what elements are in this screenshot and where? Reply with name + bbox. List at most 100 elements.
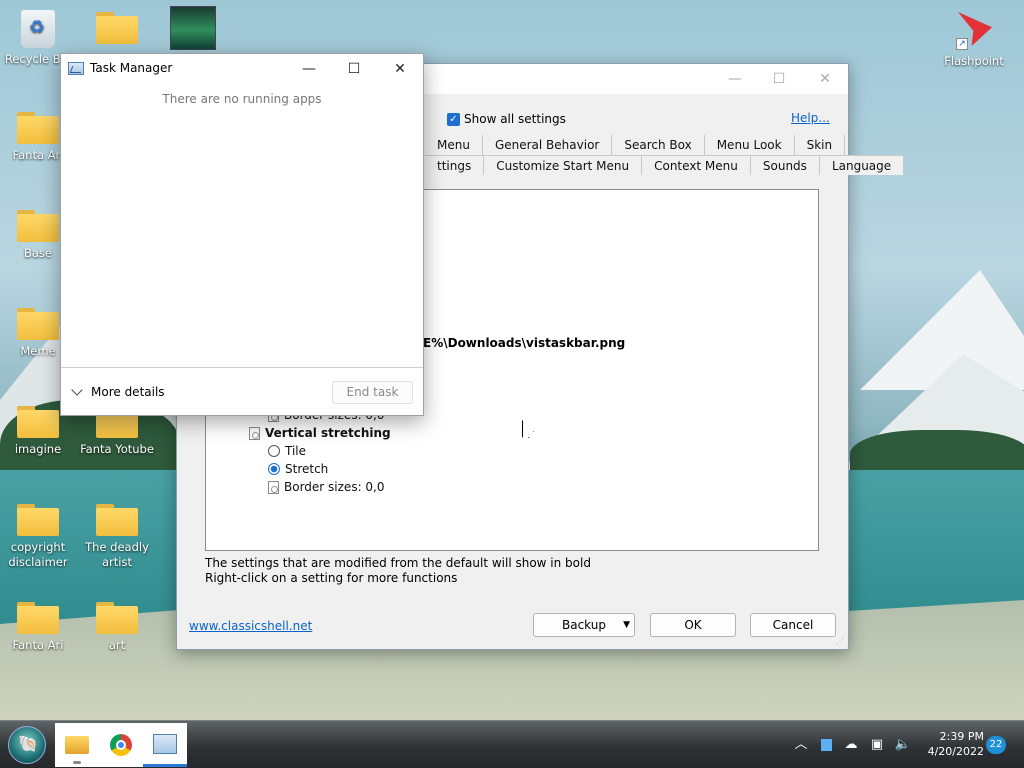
notification-badge[interactable]: 22 [986,736,1006,754]
classicshell-website-link[interactable]: www.classicshell.net [189,619,312,633]
tab-general-behavior[interactable]: General Behavior [482,135,613,155]
taskbar-chrome[interactable] [99,723,143,767]
desktop-icon-image[interactable] [155,6,231,54]
close-button[interactable]: ✕ [811,68,839,90]
minimize-button[interactable]: — [721,68,749,90]
desktop-icon-label: Fanta Ari [12,638,64,652]
start-button[interactable]: 🐚 [8,726,46,764]
chrome-icon [110,734,132,756]
desktop-icon-label: The deadly artist [85,540,149,569]
clock[interactable]: 2:39 PM 4/20/2022 [922,729,984,759]
option-label: Stretch [285,462,329,476]
setting-icon [249,426,260,440]
radio-button-selected[interactable] [268,463,280,475]
maximize-button[interactable]: ☐ [765,68,793,90]
desktop-icon-fanta-ari-2[interactable]: Fanta Ari [0,602,76,653]
desktop-icon-the-deadly-artist[interactable]: The deadly artist [79,504,155,570]
close-button[interactable]: ✕ [377,56,423,82]
tab-settings[interactable]: ttings [425,155,485,175]
show-all-settings-label: Show all settings [464,112,566,126]
clock-date: 4/20/2022 [927,745,984,758]
folder-icon [96,602,138,634]
folder-icon [17,406,59,438]
tab-menu[interactable]: Menu [425,135,483,155]
dropdown-arrow-icon: ▼ [623,620,630,630]
task-manager-window: Task Manager — ☐ ✕ There are no running … [60,53,424,416]
desktop-icon-label: imagine [14,442,62,456]
tab-sounds[interactable]: Sounds [750,155,820,175]
folder-icon [65,736,89,754]
folder-icon [17,308,59,340]
volume-icon[interactable]: 🔈 [892,721,914,768]
more-details-label: More details [91,385,165,399]
chevron-down-icon [71,384,83,396]
checkmark-icon: ✓ [447,112,460,126]
end-task-button[interactable]: End task [332,381,413,404]
tab-menu-look[interactable]: Menu Look [704,135,795,155]
task-manager-icon [68,62,84,75]
help-link[interactable]: Help... [791,111,830,125]
folder-icon [96,504,138,536]
image-thumbnail-icon [170,6,216,50]
wallpaper-mountain [860,270,1024,390]
desktop-icon-label: art [108,638,126,652]
recycle-bin-icon: ♻ [21,10,55,48]
show-all-settings-checkbox[interactable]: ✓ Show all settings [447,111,566,127]
shortcut-arrow-icon: ↗ [956,38,968,50]
cancel-button[interactable]: Cancel [750,613,836,637]
tab-row-2: ttings Customize Start Menu Context Menu… [425,155,905,175]
desktop-icon-label: Flashpoint [944,54,1004,68]
tray-app-icon[interactable] [816,721,836,768]
minimize-button[interactable]: — [286,56,332,82]
resize-grip-icon[interactable]: ⋰ [836,637,846,647]
desktop-icon-label: copyright disclaimer [8,540,68,569]
setting-label: Border sizes: 0,0 [284,480,385,494]
tab-customize-start-menu[interactable]: Customize Start Menu [484,155,643,175]
tab-row-1: Menu General Behavior Search Box Menu Lo… [425,135,846,155]
no-running-apps-message: There are no running apps [162,92,322,106]
folder-icon [17,602,59,634]
show-hidden-icons-chevron-up-icon[interactable]: ︿ [792,721,810,768]
backup-button[interactable]: Backup ▼ [533,613,635,637]
setting-border-sizes[interactable]: Border sizes: 0,0 [268,480,385,494]
desktop-icon-copyright-disclaimer[interactable]: copyright disclaimer [0,504,76,570]
desktop-icon-art[interactable]: art [79,602,155,653]
desktop-icon-flashpoint[interactable]: ↗ Flashpoint [936,10,1012,69]
folder-icon [17,504,59,536]
folder-icon [96,12,138,44]
task-manager-icon [153,734,177,754]
setting-label: Vertical stretching [265,426,391,440]
task-manager-footer: More details End task [61,367,423,417]
ok-button[interactable]: OK [650,613,736,637]
desktop-icon-folder[interactable] [79,12,155,48]
taskbar-task-manager[interactable] [143,723,187,767]
taskbar-file-explorer[interactable] [55,723,99,767]
backup-label: Backup [562,618,606,632]
more-details-button[interactable]: More details [71,384,165,399]
setting-vertical-stretching[interactable]: Vertical stretching [249,426,391,440]
running-indicator [73,761,81,764]
desktop-icon-label: Meme [20,344,56,358]
setting-icon [268,480,279,494]
hint-right-click: Right-click on a setting for more functi… [205,571,458,585]
folder-icon [17,112,59,144]
tab-context-menu[interactable]: Context Menu [642,155,751,175]
desktop-icon-label: Fanta Yotube [80,442,154,456]
tab-search-box[interactable]: Search Box [612,135,705,155]
flashpoint-icon: ↗ [952,10,996,50]
tab-language[interactable]: Language [819,155,905,175]
hint-bold-settings: The settings that are modified from the … [205,556,591,570]
desktop-icon-label: Fanta Ari [12,148,64,162]
tab-skin[interactable]: Skin [794,135,846,155]
option-tile[interactable]: Tile [268,444,306,458]
desktop-icon-label: Base [23,246,52,260]
maximize-button[interactable]: ☐ [331,56,377,82]
radio-button[interactable] [268,445,280,457]
start-shell-icon: 🐚 [18,734,38,753]
task-manager-titlebar: Task Manager — ☐ ✕ [61,54,423,84]
network-icon[interactable]: ▣ [866,721,888,768]
option-stretch[interactable]: Stretch [268,462,328,476]
taskbar: 🐚 ︿ ☁ ▣ 🔈 2:39 PM 4/20/2022 22 [0,720,1024,768]
skin-image-path-value[interactable]: E%\Downloads\vistaskbar.png [423,336,625,350]
onedrive-cloud-icon[interactable]: ☁ [840,721,862,768]
